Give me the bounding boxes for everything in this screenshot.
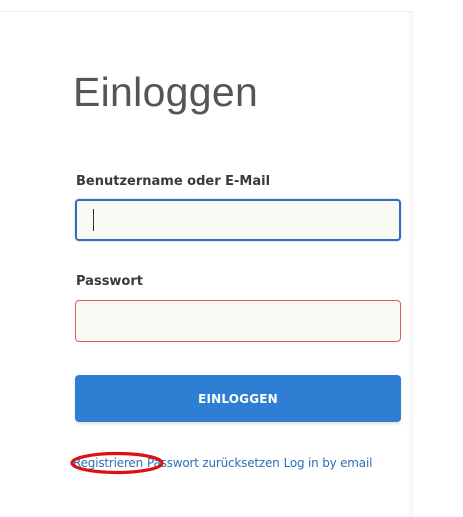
reset-password-link[interactable]: Passwort zurücksetzen <box>147 456 280 470</box>
panel-edge <box>407 12 413 517</box>
auth-links: Registrieren Passwort zurücksetzen Log in … <box>73 455 376 471</box>
password-label: Passwort <box>76 274 143 289</box>
register-link[interactable]: Registrieren <box>73 456 143 470</box>
password-input[interactable] <box>75 300 401 342</box>
username-input[interactable] <box>75 199 401 241</box>
page-title: Einloggen <box>73 69 259 115</box>
text-cursor <box>93 209 94 231</box>
top-divider <box>0 11 413 12</box>
email-login-link[interactable]: Log in by email <box>284 456 373 470</box>
login-button[interactable]: EINLOGGEN <box>75 375 401 422</box>
username-label: Benutzername oder E-Mail <box>76 174 271 189</box>
